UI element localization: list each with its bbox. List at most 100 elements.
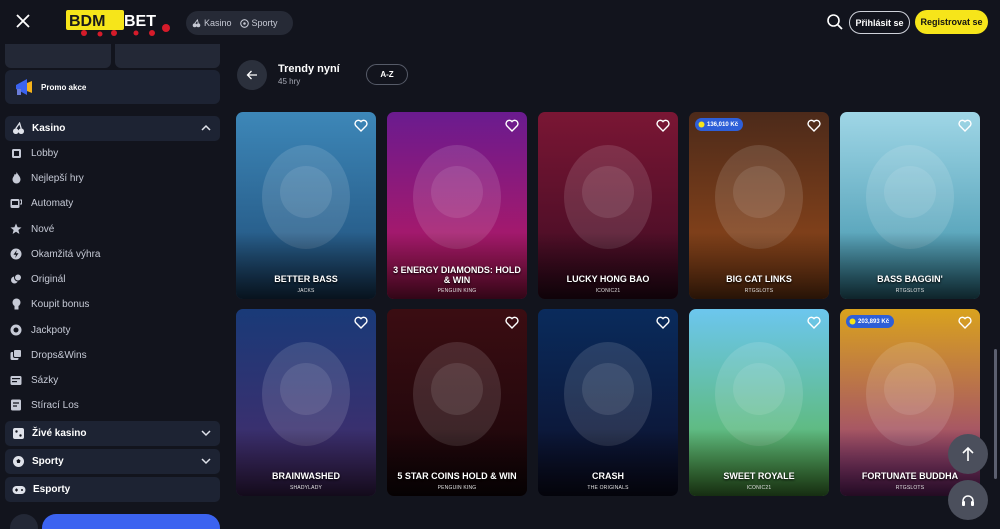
section-live-label: Živé kasino <box>32 428 87 439</box>
section-live-casino[interactable]: Živé kasino <box>5 421 220 446</box>
game-thumbnail <box>538 309 678 496</box>
chevron-down-icon[interactable] <box>201 456 211 466</box>
section-kasino-label: Kasino <box>32 123 66 134</box>
heart-icon[interactable] <box>807 316 821 329</box>
sidebar-item-label: Nejlepší hry <box>31 172 84 184</box>
game-card[interactable]: 3 ENERGY DIAMONDS: HOLD & WIN PENGUIN KIN… <box>387 112 527 299</box>
sidebar-item-label: Automaty <box>31 197 74 209</box>
sidebar-item-lobby[interactable]: Lobby <box>10 142 210 164</box>
game-card[interactable]: 5 STAR COINS HOLD & WIN PENGUIN KING <box>387 309 527 496</box>
game-title: 3 ENERGY DIAMONDS: HOLD & WIN <box>393 265 521 285</box>
back-button[interactable] <box>237 60 267 90</box>
sidebar-action-button[interactable] <box>42 514 220 529</box>
game-thumbnail <box>840 112 980 299</box>
drops-icon <box>10 349 22 361</box>
sidebar-item-original[interactable]: Originál <box>10 268 210 290</box>
sidebar-item-top-games[interactable]: Nejlepší hry <box>10 167 210 189</box>
game-card[interactable]: LUCKY HONG BAO ICONIC21 <box>538 112 678 299</box>
sidebar-item-jackpots[interactable]: Jackpoty <box>10 319 210 341</box>
close-icon[interactable] <box>14 12 32 30</box>
sidebar-item-label: Drops&Wins <box>31 349 87 361</box>
scratch-icon <box>10 399 22 411</box>
jackpot-amount: 136,010 Kč <box>707 121 739 128</box>
nav-kasino[interactable]: Kasino <box>192 18 232 28</box>
game-provider: RTGSLOTS <box>744 288 774 294</box>
game-card[interactable]: BETTER BASS JACKS <box>236 112 376 299</box>
scroll-to-top-button[interactable] <box>948 434 988 474</box>
heart-icon[interactable] <box>958 119 972 132</box>
game-thumbnail <box>387 309 527 496</box>
heart-icon[interactable] <box>505 316 519 329</box>
sidebar-tile[interactable] <box>5 44 111 68</box>
game-title: CRASH <box>591 471 624 481</box>
main-content: Trendy nyní 45 hry A-Z BETTER BASS JACKS 3… <box>226 44 1000 529</box>
promo-item[interactable]: Promo akce <box>5 70 220 104</box>
brand-logo[interactable]: BDM BET <box>66 6 174 38</box>
top-bar: BDM BET Kasino Sporty Přihlásit se Regis… <box>0 0 1000 44</box>
game-provider: ICONIC21 <box>595 288 621 294</box>
gamepad-icon <box>12 485 26 494</box>
chevron-down-icon[interactable] <box>201 428 211 438</box>
register-button[interactable]: Registrovat se <box>915 10 988 34</box>
heart-icon[interactable] <box>958 316 972 329</box>
game-provider: RTGSLOTS <box>895 288 925 294</box>
game-card[interactable]: BRAINWASHED SHADYLADY <box>236 309 376 496</box>
heart-icon[interactable] <box>354 316 368 329</box>
sidebar-item-label: Koupit bonus <box>31 298 90 310</box>
sidebar-item-scratch[interactable]: Stírací Los <box>10 394 210 416</box>
heart-icon[interactable] <box>656 119 670 132</box>
section-sports[interactable]: Sporty <box>5 449 220 474</box>
game-thumbnail <box>689 309 829 496</box>
game-thumbnail <box>236 309 376 496</box>
game-title: 5 STAR COINS HOLD & WIN <box>397 471 517 481</box>
sidebar-item-slots[interactable]: Automaty <box>10 192 210 214</box>
sidebar-item-drops-wins[interactable]: Drops&Wins <box>10 344 210 366</box>
game-title: FORTUNATE BUDDHA <box>861 471 959 481</box>
jackpot-badge: 136,010 Kč <box>695 118 744 131</box>
heart-icon[interactable] <box>354 119 368 132</box>
game-card[interactable]: 136,010 Kč BIG CAT LINKS RTGSLOTS <box>689 112 829 299</box>
section-esports[interactable]: Esporty <box>5 477 220 502</box>
section-sports-label: Sporty <box>32 456 64 467</box>
megaphone-icon <box>16 79 32 95</box>
coins-icon <box>698 121 705 128</box>
sidebar-item-label: Sázky <box>31 374 59 386</box>
sidebar-item-new[interactable]: Nové <box>10 218 210 240</box>
game-provider: PENGUIN KING <box>437 288 477 294</box>
sidebar-item-instant-win[interactable]: Okamžitá výhra <box>10 243 210 265</box>
game-card[interactable]: BASS BAGGIN' RTGSLOTS <box>840 112 980 299</box>
page-title: Trendy nyní <box>278 63 340 75</box>
sidebar-item-label: Originál <box>31 273 66 285</box>
sidebar-item-buy-bonus[interactable]: Koupit bonus <box>10 293 210 315</box>
search-icon[interactable] <box>826 13 844 31</box>
game-title: BETTER BASS <box>274 274 338 284</box>
sidebar-top-tiles <box>5 44 220 68</box>
sidebar-round-button[interactable] <box>10 514 38 529</box>
nav-sporty-label: Sporty <box>251 18 278 28</box>
sidebar-item-label: Nové <box>31 223 55 235</box>
section-kasino[interactable]: Kasino <box>5 116 220 141</box>
slot-machine-icon <box>10 197 22 209</box>
chevron-up-icon[interactable] <box>201 123 211 133</box>
cherry-icon <box>12 122 25 135</box>
game-card[interactable]: SWEET ROYALE ICONIC21 <box>689 309 829 496</box>
nav-sporty[interactable]: Sporty <box>239 18 278 28</box>
heart-icon[interactable] <box>656 316 670 329</box>
lobby-icon <box>10 147 22 159</box>
support-button[interactable] <box>948 480 988 520</box>
heart-icon[interactable] <box>505 119 519 132</box>
login-button[interactable]: Přihlásit se <box>849 11 910 34</box>
game-provider: SHADYLADY <box>289 485 323 491</box>
jackpot-badge: 203,893 Kč <box>846 315 895 328</box>
sort-az-button[interactable]: A-Z <box>366 64 408 85</box>
sidebar-tile[interactable] <box>114 44 220 68</box>
game-provider: ICONIC21 <box>746 485 772 491</box>
soccer-ball-icon <box>239 18 249 28</box>
sidebar-item-label: Lobby <box>31 147 59 159</box>
sidebar-item-label: Okamžitá výhra <box>31 248 101 260</box>
sidebar: Promo akce Kasino Lobby Nejlepší hry Aut… <box>0 44 225 529</box>
sidebar-item-bets[interactable]: Sázky <box>10 369 210 391</box>
scrollbar[interactable] <box>994 349 997 479</box>
game-card[interactable]: CRASH THE ORIGINALS <box>538 309 678 496</box>
heart-icon[interactable] <box>807 119 821 132</box>
